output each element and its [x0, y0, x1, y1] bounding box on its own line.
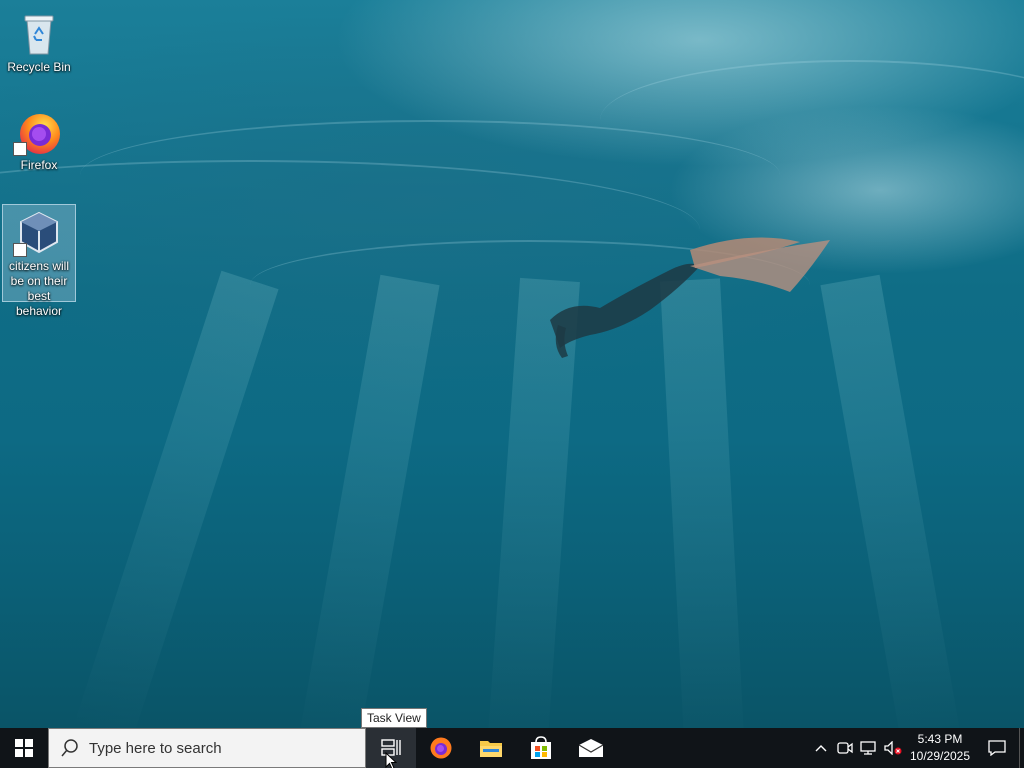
- light-ray: [820, 274, 963, 728]
- firefox-icon: [13, 108, 63, 156]
- light-ray: [73, 270, 279, 728]
- start-button[interactable]: [0, 728, 48, 768]
- meet-now-button[interactable]: [833, 728, 857, 768]
- firefox-icon: [430, 737, 452, 759]
- search-placeholder: Type here to search: [89, 739, 222, 757]
- diver-silhouette: [550, 237, 830, 358]
- desktop-wallpaper: [0, 0, 1024, 728]
- show-hidden-icons-button[interactable]: [809, 728, 833, 768]
- mail-icon: [578, 739, 604, 757]
- desktop-icon-label: Recycle Bin: [7, 60, 71, 74]
- chevron-up-icon: [815, 745, 827, 752]
- recycle-bin-icon: [15, 10, 63, 58]
- desktop-icon-virtualbox-shortcut[interactable]: citizens will be on their best behavior: [2, 204, 76, 318]
- virtualbox-icon: [13, 209, 63, 257]
- taskbar-file-explorer-button[interactable]: [466, 728, 516, 768]
- action-center-button[interactable]: [975, 728, 1019, 768]
- desktop-icon-recycle-bin[interactable]: Recycle Bin: [2, 6, 76, 77]
- microsoft-store-icon: [531, 736, 551, 759]
- mouse-cursor-icon: [385, 752, 397, 768]
- taskbar-mail-button[interactable]: [566, 728, 616, 768]
- network-icon: [860, 741, 876, 755]
- taskbar-clock[interactable]: 5:43 PM 10/29/2025: [905, 728, 975, 768]
- search-icon: [61, 739, 78, 757]
- shortcut-arrow-icon: [13, 142, 27, 156]
- system-tray: 5:43 PM 10/29/2025: [809, 728, 1024, 768]
- light-ray: [297, 274, 440, 728]
- file-explorer-icon: [480, 741, 502, 757]
- notification-icon: [988, 740, 1006, 756]
- windows-logo-icon: [15, 739, 33, 757]
- clock-date: 10/29/2025: [909, 749, 971, 763]
- show-desktop-button[interactable]: [1019, 728, 1024, 768]
- clock-time: 5:43 PM: [917, 732, 963, 746]
- desktop-icon-label: citizens will be on their best behavior: [8, 259, 69, 318]
- taskbar-firefox-button[interactable]: [416, 728, 466, 768]
- volume-button[interactable]: [881, 728, 905, 768]
- taskbar-search-box[interactable]: Type here to search: [48, 728, 366, 768]
- taskbar-store-button[interactable]: [516, 728, 566, 768]
- shortcut-arrow-icon: [13, 243, 27, 257]
- desktop-icon-firefox[interactable]: Firefox: [2, 104, 76, 175]
- volume-muted-icon: [884, 741, 902, 755]
- taskbar: Type here to search 5:43 PM 10/29/2025: [0, 728, 1024, 768]
- network-button[interactable]: [857, 728, 881, 768]
- meet-now-icon: [837, 742, 853, 754]
- task-view-tooltip: Task View: [361, 708, 427, 728]
- desktop-icon-label: Firefox: [20, 158, 58, 172]
